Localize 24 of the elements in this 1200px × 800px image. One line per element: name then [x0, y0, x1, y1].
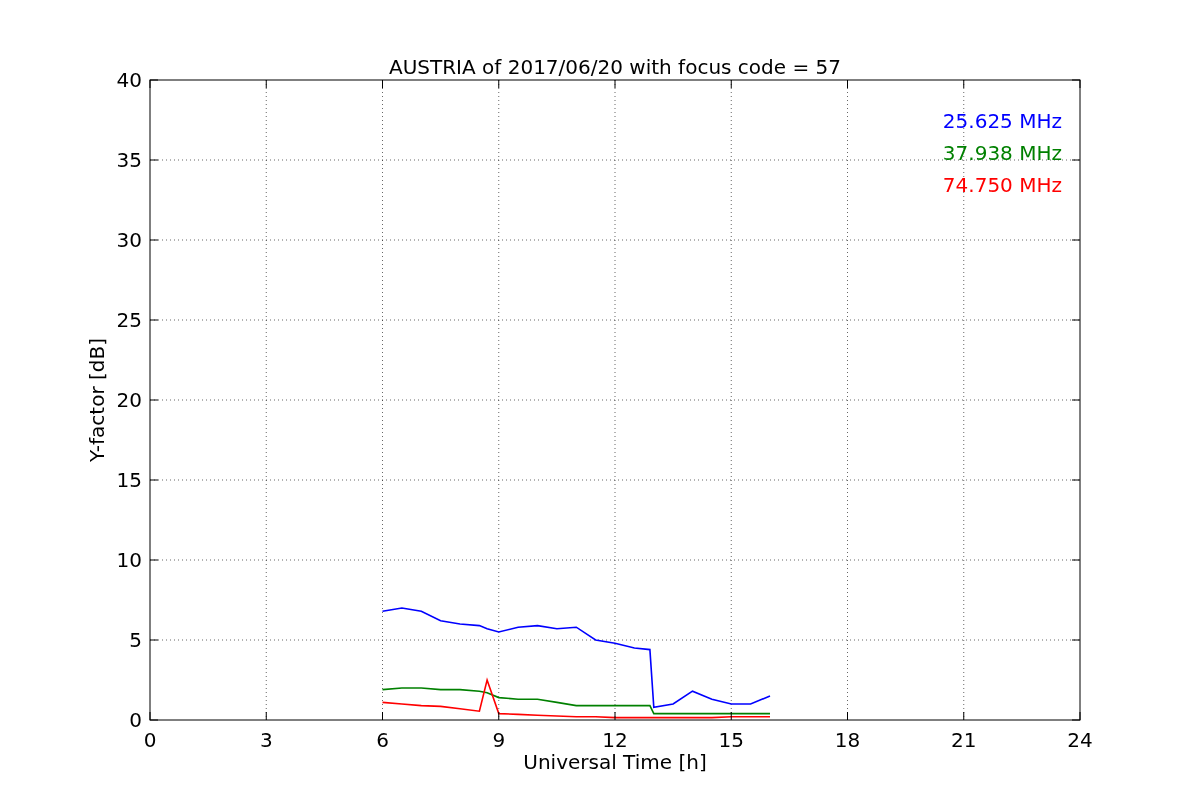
y-tick-label: 30 [116, 228, 142, 252]
y-tick-label: 0 [129, 708, 142, 732]
y-tick-label: 20 [116, 388, 142, 412]
y-tick-label: 5 [129, 628, 142, 652]
y-tick-label: 10 [116, 548, 142, 572]
y-axis-label: Y-factor [dB] [85, 338, 109, 462]
x-tick-label: 6 [376, 728, 389, 752]
x-tick-label: 18 [834, 728, 861, 752]
x-tick-label: 21 [951, 728, 977, 752]
x-tick-label: 0 [143, 728, 157, 752]
y-tick-label: 35 [116, 148, 142, 172]
legend-label: 37.938 MHz [942, 141, 1062, 165]
x-axis-label: Universal Time [h] [523, 750, 707, 774]
y-tick-label: 25 [116, 308, 142, 332]
x-tick-label: 24 [1067, 728, 1093, 752]
legend-label: 25.625 MHz [942, 109, 1062, 133]
chart-title: AUSTRIA of 2017/06/20 with focus code = 57 [389, 55, 841, 79]
x-tick-label: 15 [718, 728, 744, 752]
legend-label: 74.750 MHz [942, 173, 1062, 197]
x-tick-label: 3 [259, 728, 273, 752]
y-tick-label: 15 [116, 468, 142, 492]
x-tick-label: 9 [492, 728, 506, 752]
x-tick-label: 12 [602, 728, 628, 752]
y-tick-label: 40 [116, 68, 142, 92]
